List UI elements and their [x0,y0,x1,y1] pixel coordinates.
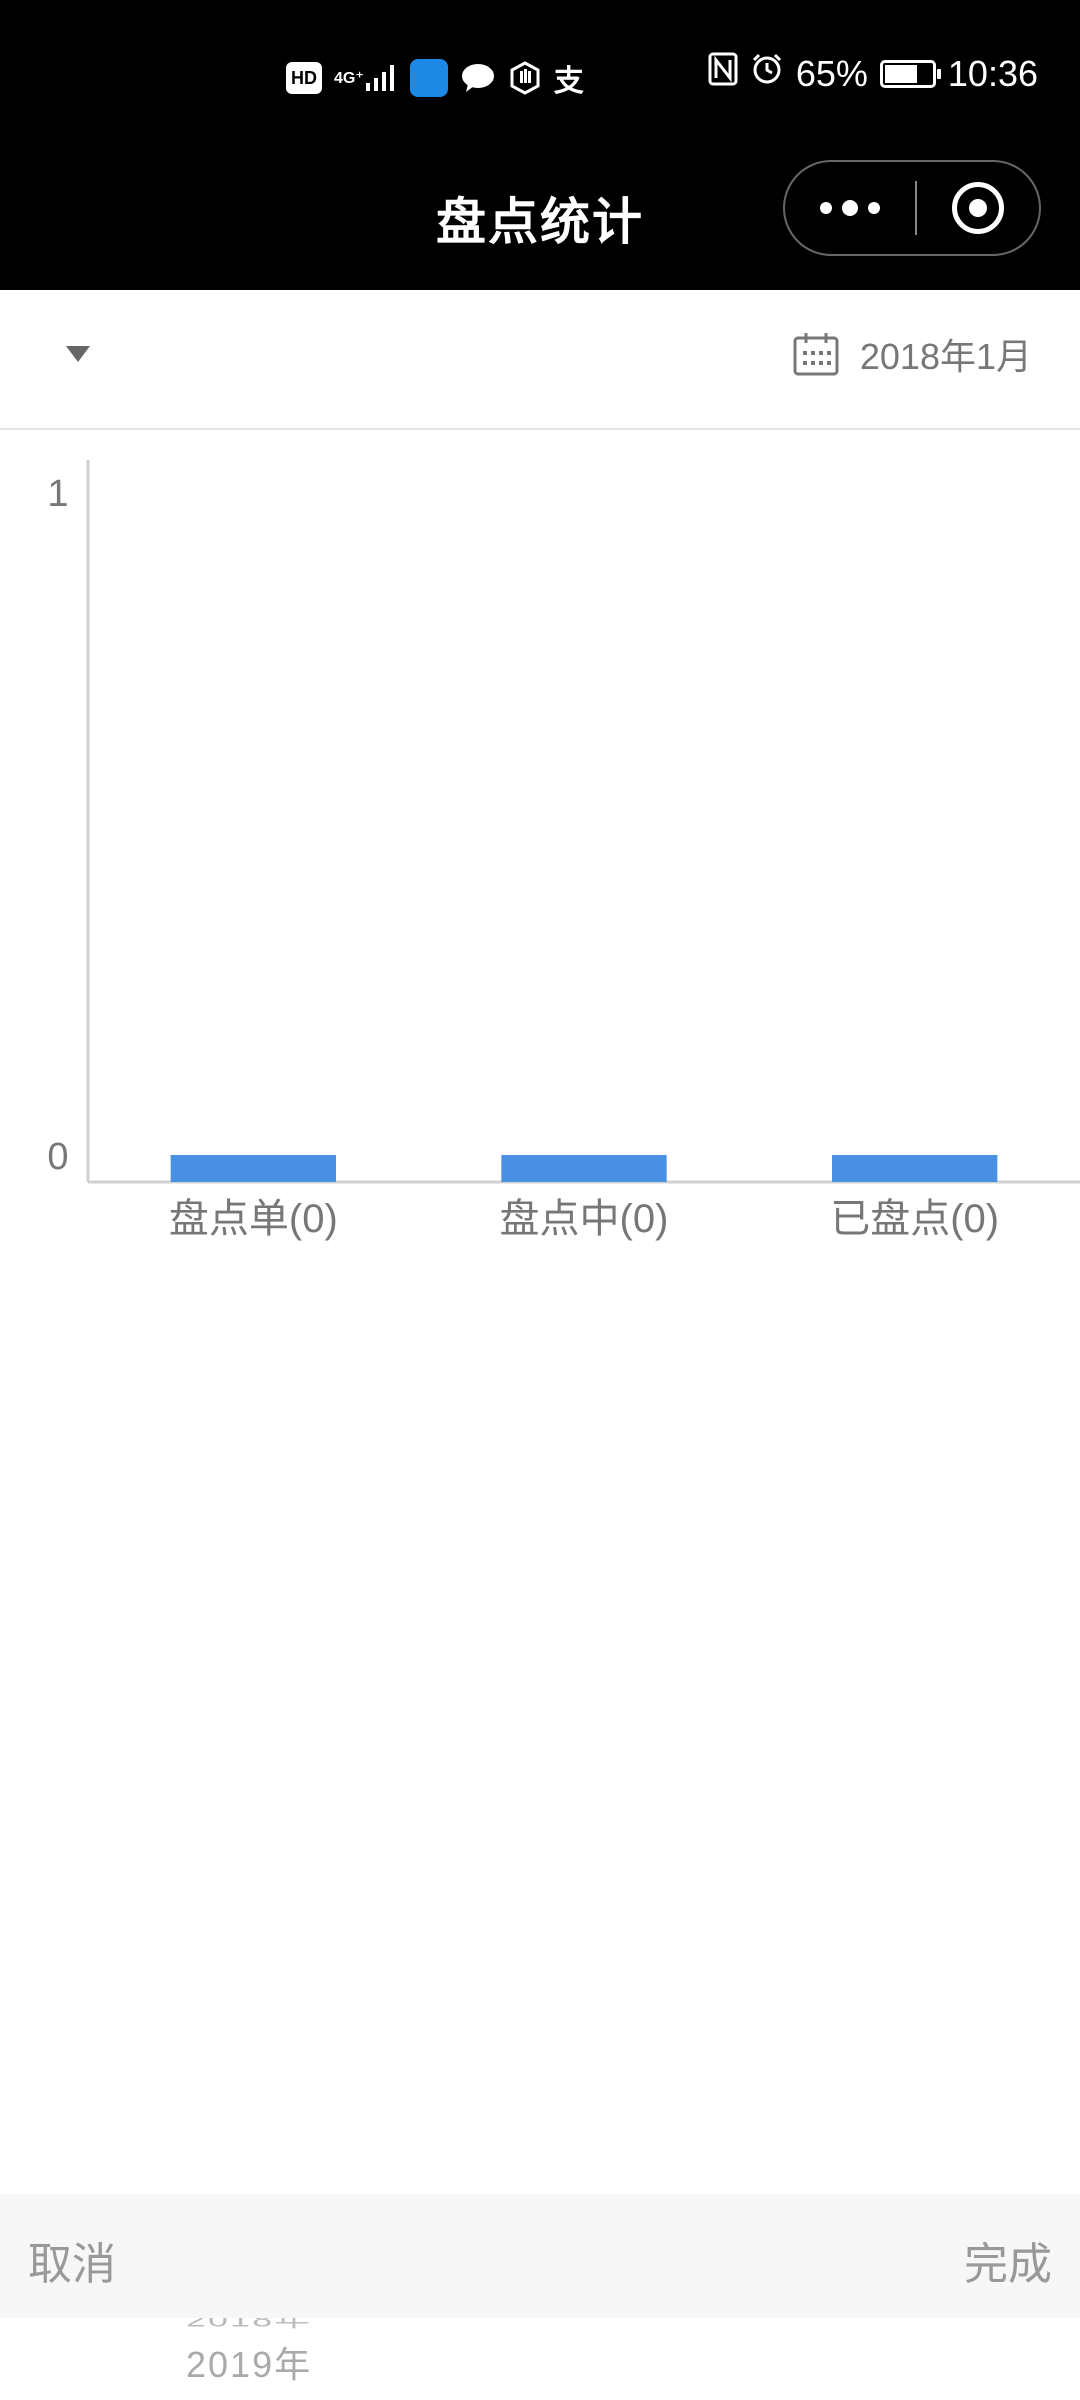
y-tick-label: 0 [47,1136,68,1178]
alarm-icon [750,52,784,95]
x-tick-label: 盘点单(0) [169,1197,338,1241]
status-left-icons: HD 4G⁺ 支 [286,58,584,98]
date-label: 2018年1月 [859,336,1032,377]
app-icon [409,59,448,97]
hd-icon: HD [286,62,322,94]
title-bar: 盘点统计 [0,160,1080,290]
nfc-icon [708,52,738,95]
status-bar: HD 4G⁺ 支 65% 10:36 [0,0,1080,160]
year-picker[interactable]: 2018年 2019年 [0,2318,1080,2400]
dropdown-arrow-icon[interactable] [66,346,90,362]
date-picker[interactable]: 2018年1月 [792,328,1032,380]
done-button[interactable]: 完成 [964,2228,1052,2292]
more-dots-icon [820,202,832,214]
chat-bubble-icon [460,58,496,98]
close-button[interactable] [917,162,1039,254]
more-button[interactable] [785,162,915,254]
picker-item-year[interactable]: 2019年 [186,2340,486,2390]
x-tick-label: 盘点中(0) [500,1197,669,1241]
mini-program-capsule [783,160,1041,256]
calendar-icon [792,331,840,377]
bar [501,1155,667,1182]
chart-svg: 0 1 盘点单(0) 盘点中(0) 已盘点(0) [47,460,1080,1241]
picker-toolbar: 取消 完成 [0,2194,1080,2318]
filter-row: 2018年1月 [0,290,1080,430]
picker-item-year[interactable]: 2018年 [186,2318,486,2329]
alipay-icon: 支 [553,65,584,98]
top-bar: HD 4G⁺ 支 65% 10:36 盘点统计 [0,0,1080,290]
more-dots-icon-right [868,202,880,214]
bar [832,1155,998,1182]
bar [170,1155,336,1182]
signal-4g-icon: 4G⁺ [334,58,398,98]
x-tick-label: 已盘点(0) [830,1197,999,1241]
target-icon [952,182,1004,234]
bar-chart: 0 1 盘点单(0) 盘点中(0) 已盘点(0) [0,430,1080,1270]
more-dots-icon-center [842,200,858,216]
clock-time: 10:36 [947,52,1038,94]
target-icon-dot [969,199,987,217]
cancel-button[interactable]: 取消 [28,2228,116,2292]
year-picker-column[interactable]: 2018年 2019年 [186,2318,486,2390]
status-right-icons: 65% 10:36 [708,52,1038,95]
battery-percent: 65% [795,52,868,94]
battery-icon [879,59,941,88]
y-tick-label: 1 [47,473,68,515]
hand-icon [508,58,542,98]
